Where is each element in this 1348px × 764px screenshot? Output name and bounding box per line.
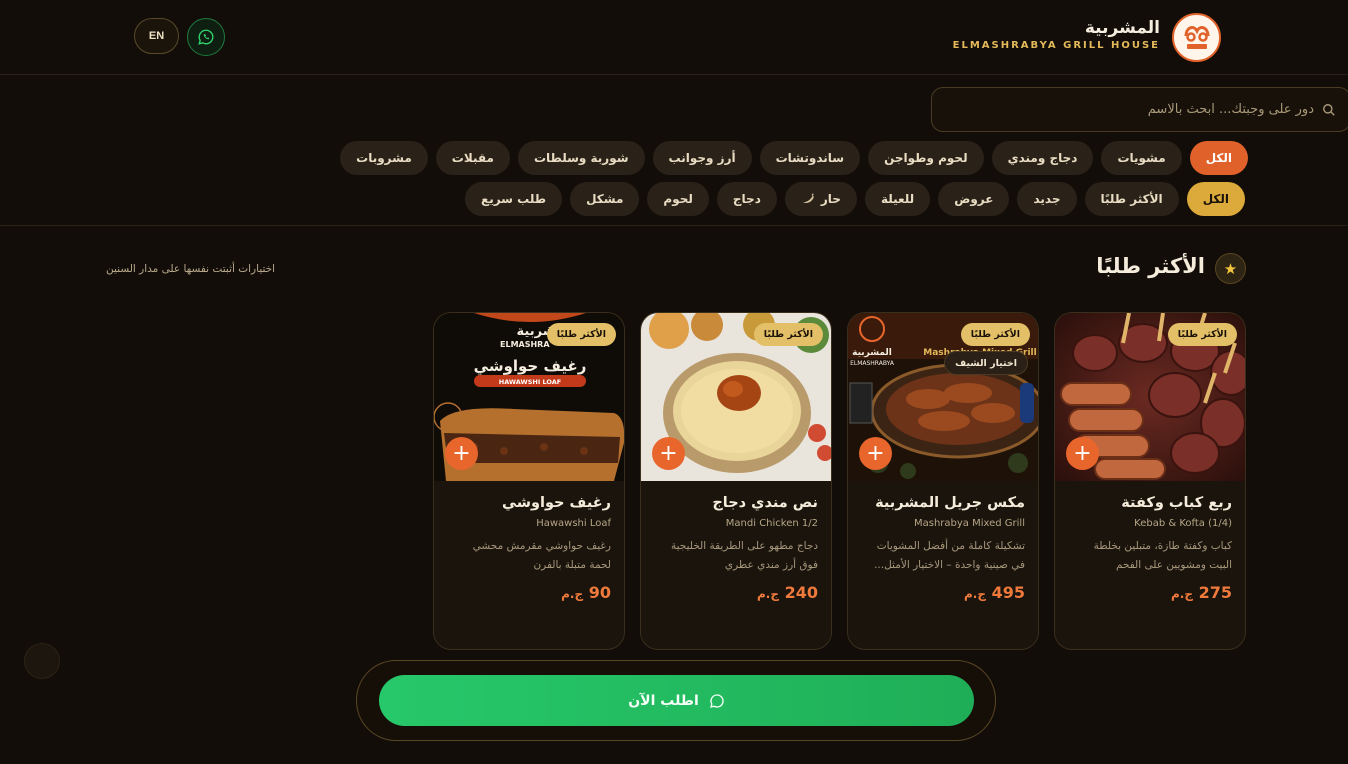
currency-label: ج.م [964, 587, 987, 601]
category-chip-all[interactable]: الكل [1189, 141, 1248, 175]
category-chip-rice-sides[interactable]: أرز وجوانب [652, 141, 752, 175]
language-toggle-button[interactable]: EN [134, 18, 179, 54]
svg-text:المشربية: المشربية [852, 348, 892, 358]
filter-chip-quick-order[interactable]: طلب سريع [465, 182, 563, 216]
section-divider [0, 225, 1348, 226]
popular-badge: الأكثر طلبًا [546, 323, 616, 346]
filter-tabs: الكل الأكثر طلبًا جديد عروض للعيلة حار د… [465, 182, 1245, 216]
filter-chip-offers[interactable]: عروض [938, 182, 1010, 216]
mixed-grill-image: المشربية ELMASHRABYA Mashrabya Mixed Gri… [848, 313, 1038, 481]
logo-mark-icon [1184, 25, 1209, 49]
add-to-cart-button[interactable]: + [652, 437, 685, 470]
hawawshi-image: المشربية ELMASHRA رغيف حواوشي HAWAWSHI L… [434, 313, 624, 481]
menu-card-mandi-chicken[interactable]: الأكثر طلبًا + نص مندي دجاج Mandi Chicke… [640, 312, 832, 650]
filter-chip-new[interactable]: جديد [1017, 182, 1077, 216]
scroll-to-top-button[interactable] [24, 643, 60, 679]
currency-label: ج.م [561, 587, 584, 601]
kebab-kofta-image: الأكثر طلبًا + [1055, 313, 1245, 481]
svg-text:ELMASHRA: ELMASHRA [500, 340, 550, 349]
filter-chip-meat[interactable]: لحوم [647, 182, 709, 216]
item-name-english: Hawawshi Loaf [536, 518, 611, 529]
filter-chip-chicken[interactable]: دجاج [716, 182, 777, 216]
item-price: 240 ج.م [757, 583, 818, 602]
svg-text:HAWAWSHI LOAF: HAWAWSHI LOAF [499, 378, 562, 386]
filter-chip-spicy-label: حار [820, 192, 841, 206]
item-description: دجاج مطهو على الطريقة الخليجية فوق أرز م… [671, 540, 818, 571]
mandi-chicken-image: الأكثر طلبًا + [641, 313, 831, 481]
item-description: تشكيلة كاملة من أفضل المشويات في صينية و… [874, 540, 1025, 571]
filter-chip-mixed[interactable]: مشكل [570, 182, 640, 216]
menu-card-mixed-grill[interactable]: المشربية ELMASHRABYA Mashrabya Mixed Gri… [847, 312, 1039, 650]
svg-text:ELMASHRABYA: ELMASHRABYA [850, 360, 895, 367]
item-name: رغيف حواوشي [502, 495, 611, 511]
item-name-english: Mashrabya Mixed Grill [913, 518, 1025, 529]
item-description: رغيف حواوشي مقرمش محشي لحمة متبلة بالفرن [472, 540, 611, 571]
item-name: مكس جريل المشربية [875, 495, 1025, 511]
section-title: الأكثر طلبًا [1096, 254, 1205, 278]
svg-text:رغيف حواوشي: رغيف حواوشي [474, 357, 587, 375]
filter-chip-popular[interactable]: الأكثر طلبًا [1084, 182, 1179, 216]
category-chip-soups-salads[interactable]: شوربة وسلطات [517, 141, 645, 175]
filter-chip-all[interactable]: الكل [1186, 182, 1245, 216]
item-price: 495 ج.م [964, 583, 1025, 602]
popular-badge: الأكثر طلبًا [753, 323, 823, 346]
category-chip-grills[interactable]: مشويات [1101, 141, 1182, 175]
whatsapp-button[interactable] [187, 18, 225, 56]
category-tabs: الكل مشويات دجاج ومندي لحوم وطواجن ساندو… [340, 141, 1248, 175]
currency-label: ج.م [1171, 587, 1194, 601]
search-bar [931, 87, 1348, 132]
price-value: 495 [991, 583, 1025, 602]
item-name-english: Mandi Chicken 1/2 [725, 518, 818, 529]
category-chip-appetizers[interactable]: مقبلات [435, 141, 510, 175]
item-description: كباب وكفتة طازة، متبلين بخلطة البيت ومشو… [1093, 540, 1232, 571]
price-value: 90 [588, 583, 611, 602]
whatsapp-icon [198, 29, 214, 45]
category-chip-sandwiches[interactable]: ساندوتشات [759, 141, 861, 175]
chef-choice-badge: اختيار الشيف [944, 351, 1028, 375]
brand-logo[interactable] [1172, 13, 1221, 62]
brand-name-arabic: المشربية [1084, 18, 1160, 38]
add-to-cart-button[interactable]: + [1066, 437, 1099, 470]
chili-icon [802, 193, 814, 204]
whatsapp-icon [709, 693, 724, 708]
star-icon: ★ [1215, 253, 1246, 284]
search-input[interactable] [954, 102, 1314, 117]
popular-badge: الأكثر طلبًا [1167, 323, 1237, 346]
filter-chip-family[interactable]: للعيلة [864, 182, 931, 216]
item-name: ربع كباب وكفتة [1121, 495, 1232, 511]
price-value: 240 [784, 583, 818, 602]
site-header: المشربية ELMASHRABYA GRILL HOUSE EN [0, 0, 1348, 75]
category-chip-chicken-mandi[interactable]: دجاج ومندي [991, 141, 1094, 175]
item-price: 90 ج.م [561, 583, 611, 602]
order-now-button[interactable]: اطلب الآن [379, 675, 974, 726]
item-name-english: Kebab & Kofta (1/4) [1134, 518, 1232, 529]
section-subtitle: اختيارات أثبتت نفسها على مدار السنين [106, 263, 276, 275]
price-value: 275 [1198, 583, 1232, 602]
category-chip-drinks[interactable]: مشروبات [340, 141, 428, 175]
search-icon [1323, 103, 1335, 116]
add-to-cart-button[interactable]: + [445, 437, 478, 470]
brand-name-english: ELMASHRABYA GRILL HOUSE [952, 40, 1160, 51]
category-chip-meat-tagines[interactable]: لحوم وطواجن [868, 141, 984, 175]
add-to-cart-button[interactable]: + [859, 437, 892, 470]
order-bar: اطلب الآن [356, 660, 996, 741]
order-now-label: اطلب الآن [628, 692, 699, 709]
menu-card-hawawshi[interactable]: المشربية ELMASHRA رغيف حواوشي HAWAWSHI L… [433, 312, 625, 650]
menu-card-kebab-kofta[interactable]: الأكثر طلبًا + ربع كباب وكفتة Kebab & Ko… [1054, 312, 1246, 650]
filter-chip-spicy[interactable]: حار [784, 182, 857, 216]
popular-badge: الأكثر طلبًا [960, 323, 1030, 346]
currency-label: ج.م [757, 587, 780, 601]
item-name: نص مندي دجاج [712, 495, 818, 511]
item-price: 275 ج.م [1171, 583, 1232, 602]
